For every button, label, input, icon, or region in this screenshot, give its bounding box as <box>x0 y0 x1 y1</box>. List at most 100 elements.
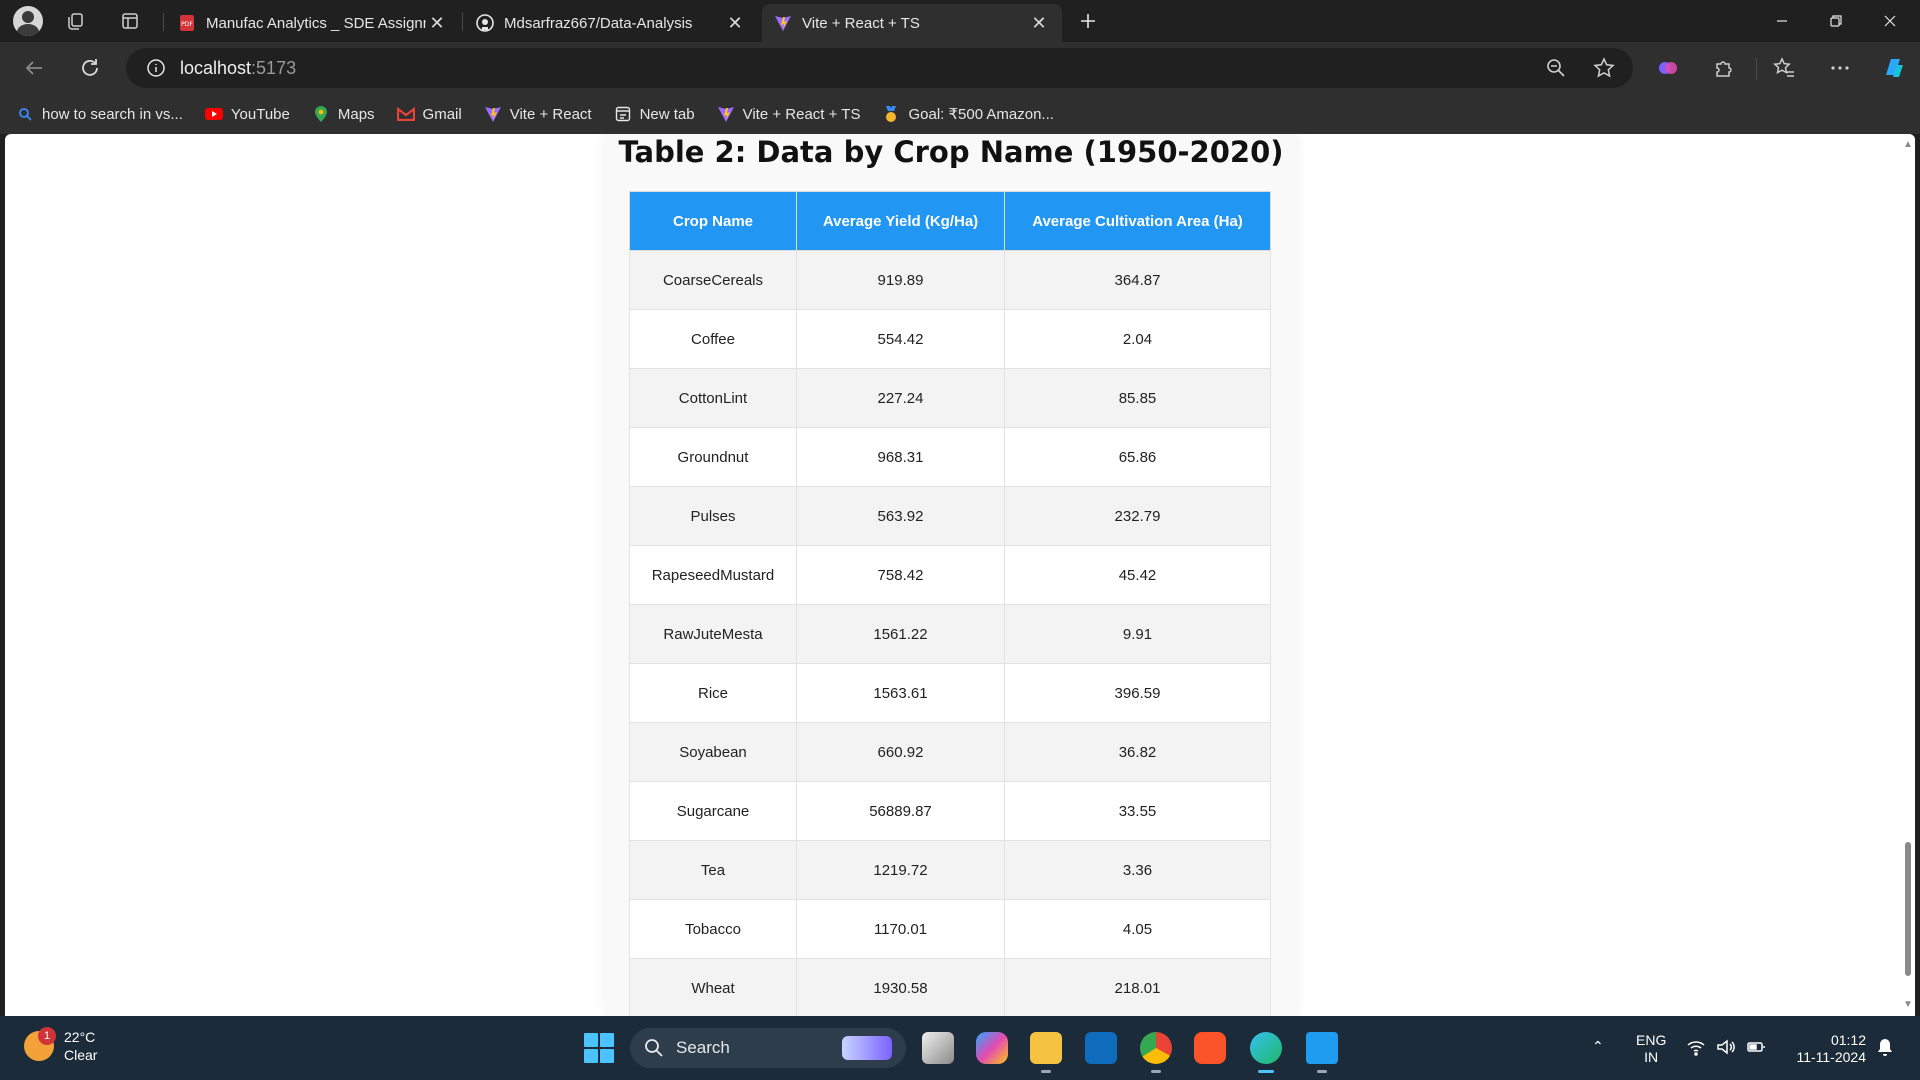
back-arrow-icon[interactable] <box>14 48 54 88</box>
cell-crop-name: Soyabean <box>629 722 797 782</box>
table-row: Soyabean 660.92 36.82 <box>629 722 1271 782</box>
copilot-brain-icon[interactable] <box>1648 48 1688 88</box>
table-row: Sugarcane 56889.87 33.55 <box>629 781 1271 841</box>
taskbar-search[interactable]: Search <box>630 1028 906 1068</box>
url-text[interactable]: localhost:5173 <box>180 58 296 79</box>
minimize-icon[interactable] <box>1754 0 1810 42</box>
notification-bell-icon[interactable] <box>1876 1038 1894 1063</box>
cell-average-area: 364.87 <box>1004 250 1271 310</box>
scroll-down-arrow-icon[interactable]: ▼ <box>1903 1000 1913 1010</box>
brave-icon[interactable] <box>1194 1032 1226 1064</box>
bookmark-vite-react[interactable]: Vite + React <box>484 105 592 123</box>
cell-crop-name: Tobacco <box>629 899 797 959</box>
bookmark-gmail[interactable]: Gmail <box>396 105 462 123</box>
battery-icon <box>1747 1042 1765 1052</box>
bookmark-label: Vite + React + TS <box>742 105 861 123</box>
scroll-up-arrow-icon[interactable]: ▲ <box>1903 140 1913 150</box>
scrollbar[interactable]: ▲ ▼ <box>1901 134 1915 1016</box>
chrome-icon[interactable] <box>1140 1032 1172 1073</box>
scroll-thumb[interactable] <box>1905 842 1911 976</box>
outlook-icon[interactable] <box>1085 1032 1117 1064</box>
tab-manufac-pdf[interactable]: PDF Manufac Analytics _ SDE Assignm ✕ <box>166 4 460 42</box>
crop-data-table: Crop Name Average Yield (Kg/Ha) Average … <box>629 191 1271 1016</box>
address-bar[interactable]: localhost:5173 <box>126 48 1633 88</box>
bookmark-how-to-search[interactable]: how to search in vs... <box>16 105 183 123</box>
site-info-icon[interactable] <box>146 58 166 78</box>
bookmark-label: Gmail <box>422 105 462 123</box>
content-panel: Table 2: Data by Crop Name (1950-2020) C… <box>605 134 1297 1016</box>
zoom-icon[interactable] <box>1545 57 1567 79</box>
weather-widget[interactable]: 1 22°C Clear <box>24 1027 97 1064</box>
header-crop-name: Crop Name <box>629 191 797 251</box>
tab-github[interactable]: Mdsarfraz667/Data-Analysis ✕ <box>464 4 758 42</box>
refresh-icon[interactable] <box>70 48 110 88</box>
wifi-icon <box>1687 1041 1705 1056</box>
cell-average-yield: 227.24 <box>796 368 1005 428</box>
table-header-row: Crop Name Average Yield (Kg/Ha) Average … <box>629 191 1271 251</box>
bookmark-label: Vite + React <box>509 105 592 123</box>
task-view-icon[interactable] <box>922 1032 954 1064</box>
copilot-app-icon[interactable] <box>976 1032 1008 1064</box>
vite-icon <box>717 105 735 123</box>
cell-crop-name: RawJuteMesta <box>629 604 797 664</box>
bookmark-youtube[interactable]: YouTube <box>204 105 290 123</box>
table-row: RawJuteMesta 1561.22 9.91 <box>629 604 1271 664</box>
vscode-icon[interactable] <box>1306 1032 1338 1073</box>
header-average-area: Average Cultivation Area (Ha) <box>1004 191 1271 251</box>
close-icon[interactable]: ✕ <box>724 12 746 34</box>
table-row: Rice 1563.61 396.59 <box>629 663 1271 723</box>
tray-overflow-chevron-icon[interactable]: ⌃ <box>1592 1038 1604 1055</box>
windows-start-icon[interactable] <box>584 1033 614 1063</box>
extensions-puzzle-icon[interactable] <box>1704 48 1744 88</box>
url-port: :5173 <box>251 57 297 78</box>
table-row: Tea 1219.72 3.36 <box>629 840 1271 900</box>
bookmark-vite-react-ts[interactable]: Vite + React + TS <box>717 105 861 123</box>
tab-title: Manufac Analytics _ SDE Assignm <box>206 14 426 32</box>
table-row: Tobacco 1170.01 4.05 <box>629 899 1271 959</box>
system-tray[interactable] <box>1686 1038 1766 1056</box>
tab-strip: PDF Manufac Analytics _ SDE Assignm ✕ Md… <box>0 0 1920 42</box>
restore-icon[interactable] <box>1808 0 1864 42</box>
favorite-star-icon[interactable] <box>1593 57 1615 79</box>
tab-vite-active[interactable]: Vite + React + TS ✕ <box>762 4 1062 42</box>
close-icon[interactable]: ✕ <box>1028 12 1050 34</box>
copilot-icon[interactable] <box>1874 48 1914 88</box>
system-clock[interactable]: 01:12 11-11-2024 <box>1780 1032 1866 1066</box>
pdf-icon: PDF <box>178 14 196 32</box>
cell-average-yield: 919.89 <box>796 250 1005 310</box>
cell-average-yield: 1219.72 <box>796 840 1005 900</box>
vite-icon <box>484 105 502 123</box>
weather-temperature: 22°C <box>64 1029 96 1045</box>
edge-icon[interactable] <box>1250 1032 1282 1073</box>
bookmark-label: how to search in vs... <box>42 105 183 123</box>
navigation-toolbar: localhost:5173 <box>0 42 1920 94</box>
table-row: CoarseCereals 919.89 364.87 <box>629 250 1271 310</box>
language-indicator[interactable]: ENG IN <box>1636 1032 1666 1066</box>
favorites-icon[interactable] <box>1764 48 1804 88</box>
table-row: Groundnut 968.31 65.86 <box>629 427 1271 487</box>
cell-average-yield: 1561.22 <box>796 604 1005 664</box>
cell-average-area: 33.55 <box>1004 781 1271 841</box>
bookmark-goal-amazon[interactable]: Goal: ₹500 Amazon... <box>882 105 1054 123</box>
bookmarks-bar: how to search in vs... YouTube Maps Gmai… <box>0 94 1920 134</box>
tab-title: Vite + React + TS <box>802 14 920 32</box>
tab-separator <box>462 13 463 31</box>
table-row: Coffee 554.42 2.04 <box>629 309 1271 369</box>
new-tab-button[interactable] <box>1070 3 1106 39</box>
file-explorer-icon[interactable] <box>1030 1032 1062 1073</box>
more-options-icon[interactable] <box>1820 48 1860 88</box>
table-row: Pulses 563.92 232.79 <box>629 486 1271 546</box>
url-host: localhost <box>180 57 252 78</box>
profile-avatar[interactable] <box>13 6 43 36</box>
cell-crop-name: Pulses <box>629 486 797 546</box>
workspaces-icon[interactable] <box>58 3 94 39</box>
maps-icon <box>312 105 330 123</box>
bookmark-new-tab[interactable]: New tab <box>614 105 695 123</box>
close-icon[interactable]: ✕ <box>426 12 448 34</box>
cell-average-area: 45.42 <box>1004 545 1271 605</box>
bookmark-maps[interactable]: Maps <box>312 105 375 123</box>
vertical-tabs-icon[interactable] <box>112 3 148 39</box>
cell-crop-name: RapeseedMustard <box>629 545 797 605</box>
close-window-icon[interactable] <box>1862 0 1918 42</box>
notification-badge: 1 <box>38 1027 56 1045</box>
